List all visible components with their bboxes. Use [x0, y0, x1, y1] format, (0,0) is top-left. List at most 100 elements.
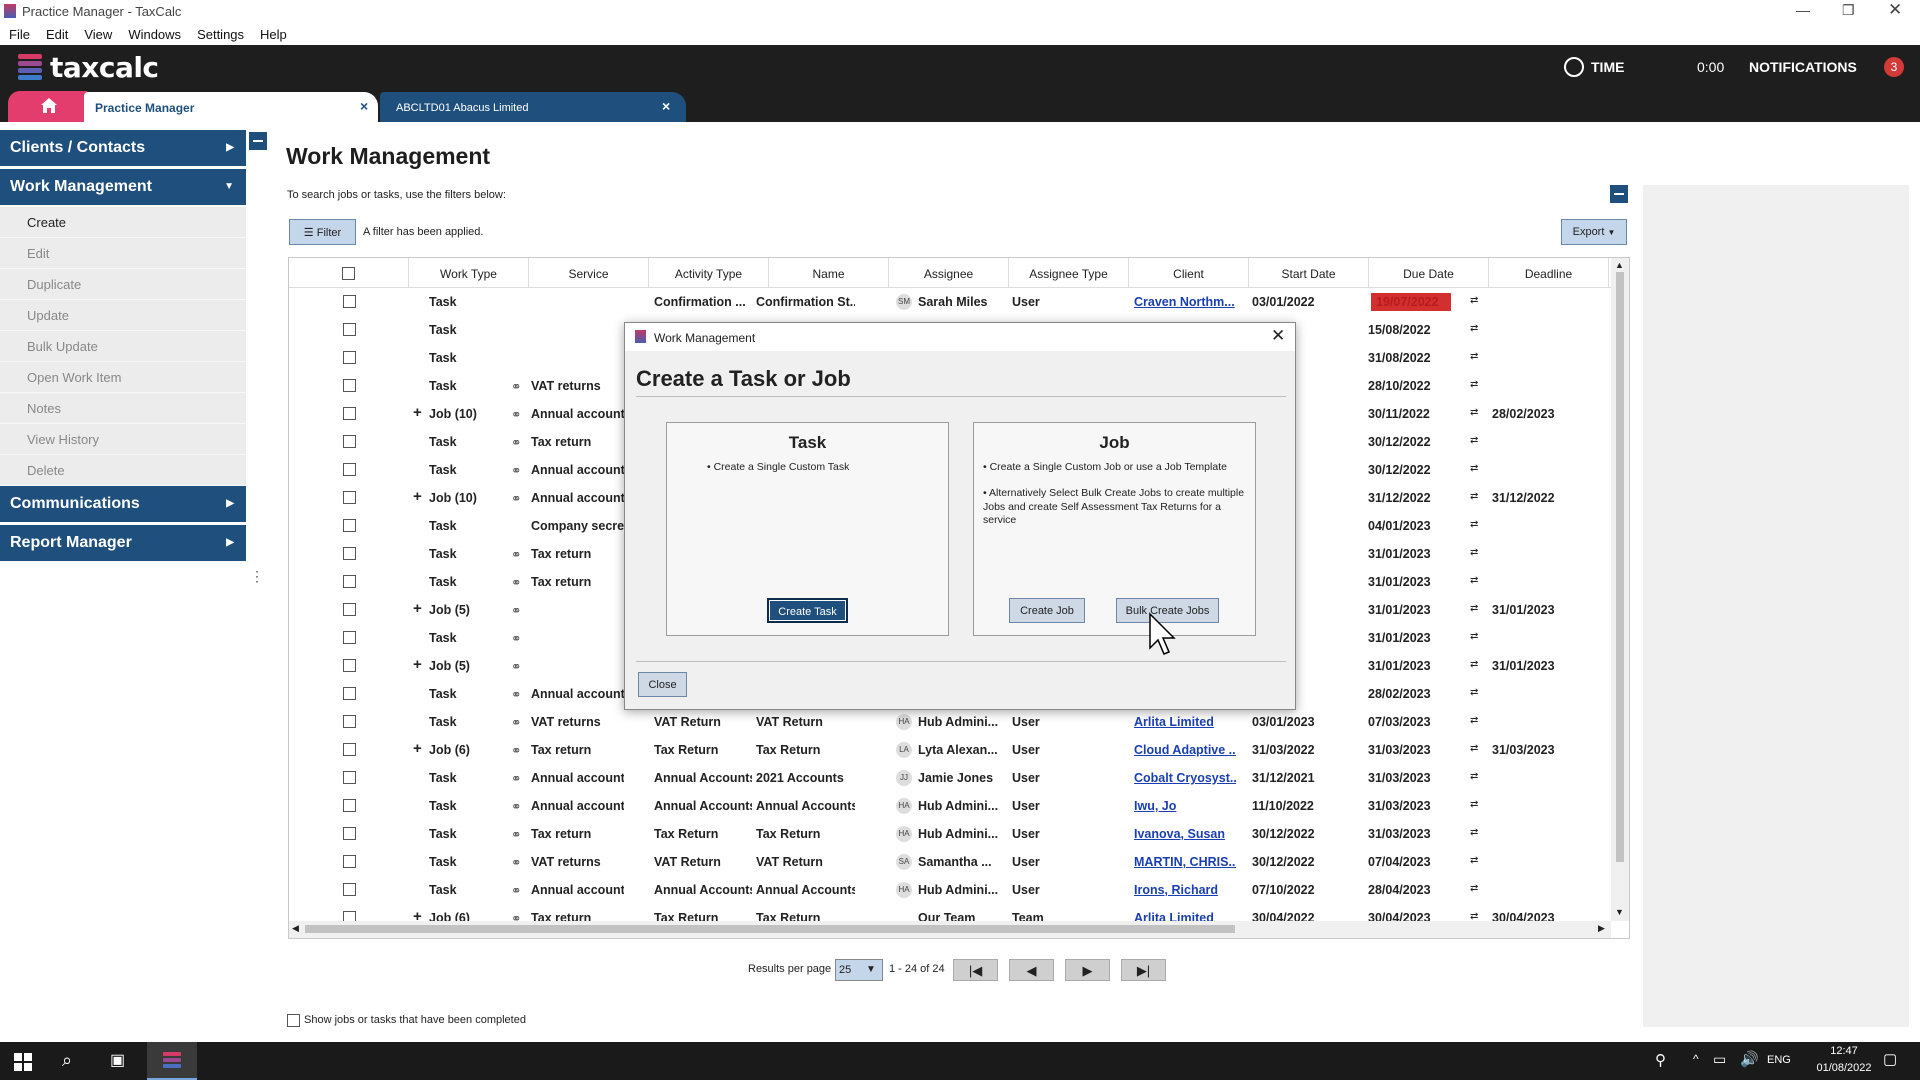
time-label[interactable]: TIME [1591, 59, 1624, 75]
swap-icon[interactable]: ⇄ [1470, 491, 1478, 502]
row-checkbox[interactable] [343, 603, 356, 616]
column-header[interactable]: Client [1129, 258, 1249, 288]
sidebar-item-duplicate[interactable]: Duplicate [0, 269, 246, 300]
column-header[interactable]: Due Date [1369, 258, 1489, 288]
show-completed-checkbox[interactable] [287, 1014, 300, 1027]
row-checkbox[interactable] [343, 911, 356, 921]
network-icon[interactable]: ▭ [1713, 1051, 1726, 1068]
create-task-button[interactable]: Create Task [767, 598, 848, 623]
sidebar-section-communications[interactable]: Communications ▶ [0, 486, 246, 522]
row-checkbox[interactable] [343, 547, 356, 560]
table-row[interactable]: Task Confirmation ... Confirmation St... SM… [289, 288, 1609, 316]
notifications-count-badge[interactable]: 3 [1884, 57, 1904, 77]
table-row[interactable]: Task ⚭ Annual accounts Annual Accounts Annua… [289, 876, 1609, 904]
client-link[interactable]: Cobalt Cryosyst... [1134, 771, 1236, 785]
table-row[interactable]: + Job (6) ⚭ Tax return Tax Return Tax Return L… [289, 736, 1609, 764]
minimize-icon[interactable]: — [1796, 2, 1810, 18]
results-per-page-select[interactable]: 25 ▼ [835, 959, 883, 981]
swap-icon[interactable]: ⇄ [1470, 379, 1478, 390]
row-checkbox[interactable] [343, 883, 356, 896]
splitter-handle[interactable]: ⋮ [250, 569, 264, 583]
client-link[interactable]: Arlita Limited [1134, 715, 1236, 729]
row-checkbox[interactable] [343, 771, 356, 784]
close-tab-icon[interactable]: × [360, 98, 368, 114]
row-checkbox[interactable] [343, 659, 356, 672]
clock-time[interactable]: 12:47 [1817, 1045, 1871, 1057]
swap-icon[interactable]: ⇄ [1470, 715, 1478, 726]
swap-icon[interactable]: ⇄ [1470, 911, 1478, 921]
swap-icon[interactable]: ⇄ [1470, 603, 1478, 614]
row-checkbox[interactable] [343, 827, 356, 840]
expand-icon[interactable]: + [413, 740, 422, 757]
close-dialog-icon[interactable]: ✕ [1271, 326, 1285, 346]
scroll-right-icon[interactable]: ▶ [1598, 923, 1605, 934]
sidebar-item-delete[interactable]: Delete [0, 455, 246, 486]
row-checkbox[interactable] [343, 519, 356, 532]
swap-icon[interactable]: ⇄ [1470, 771, 1478, 782]
sidebar-section-work-management[interactable]: Work Management ▼ [0, 169, 246, 205]
sidebar-section-clients[interactable]: Clients / Contacts ▶ [0, 130, 246, 166]
vertical-scrollbar[interactable]: ▲ ▼ [1611, 258, 1629, 921]
filter-button[interactable]: ☰ Filter [289, 219, 356, 245]
row-checkbox[interactable] [343, 715, 356, 728]
close-window-icon[interactable]: ✕ [1888, 0, 1902, 20]
column-header[interactable]: Deadline [1489, 258, 1609, 288]
scroll-thumb[interactable] [305, 925, 1235, 933]
client-link[interactable]: Ivanova, Susan [1134, 827, 1236, 841]
search-icon[interactable]: ⌕ [62, 1050, 72, 1071]
table-row[interactable]: + Job (6) ⚭ Tax return Tax Return Tax Return O… [289, 904, 1609, 921]
close-button[interactable]: Close [638, 672, 687, 697]
row-checkbox[interactable] [343, 435, 356, 448]
client-link[interactable]: Iwu, Jo [1134, 799, 1236, 813]
swap-icon[interactable]: ⇄ [1470, 883, 1478, 894]
menu-help[interactable]: Help [251, 24, 294, 42]
sidebar-item-update[interactable]: Update [0, 300, 246, 331]
close-tab-icon[interactable]: × [662, 98, 670, 114]
table-row[interactable]: Task ⚭ Tax return Tax Return Tax Return HA Hub… [289, 820, 1609, 848]
client-link[interactable]: Craven Northm... [1134, 295, 1236, 309]
first-page-button[interactable]: |◀ [953, 959, 998, 981]
create-job-button[interactable]: Create Job [1009, 598, 1085, 623]
client-link[interactable]: Cloud Adaptive ... [1134, 743, 1236, 757]
tab-practice-manager[interactable]: Practice Manager × [84, 92, 378, 122]
expand-icon[interactable]: + [413, 404, 422, 421]
menu-settings[interactable]: Settings [188, 24, 251, 42]
collapse-sidebar-button[interactable] [249, 132, 267, 150]
row-checkbox[interactable] [343, 379, 356, 392]
sidebar-item-create[interactable]: Create [0, 207, 246, 238]
table-row[interactable]: Task ⚭ Annual accounts Annual Accounts Annua… [289, 792, 1609, 820]
menu-file[interactable]: File [0, 24, 37, 42]
column-header[interactable]: Service [529, 258, 649, 288]
notifications-label[interactable]: NOTIFICATIONS [1749, 59, 1857, 75]
swap-icon[interactable]: ⇄ [1470, 547, 1478, 558]
last-page-button[interactable]: ▶| [1121, 959, 1166, 981]
swap-icon[interactable]: ⇄ [1470, 659, 1478, 670]
swap-icon[interactable]: ⇄ [1470, 631, 1478, 642]
swap-icon[interactable]: ⇄ [1470, 743, 1478, 754]
swap-icon[interactable]: ⇄ [1470, 323, 1478, 334]
row-checkbox[interactable] [343, 407, 356, 420]
swap-icon[interactable]: ⇄ [1470, 295, 1478, 306]
taxcalc-taskbar-button[interactable] [147, 1042, 197, 1080]
row-checkbox[interactable] [343, 295, 356, 308]
column-header[interactable]: Assignee Type [1009, 258, 1129, 288]
row-checkbox[interactable] [343, 687, 356, 700]
clock-date[interactable]: 01/08/2022 [1813, 1062, 1875, 1074]
client-link[interactable]: Irons, Richard [1134, 883, 1236, 897]
swap-icon[interactable]: ⇄ [1470, 687, 1478, 698]
column-header[interactable]: Work Type [409, 258, 529, 288]
scroll-thumb[interactable] [1616, 272, 1624, 862]
task-view-icon[interactable]: ▣ [110, 1050, 125, 1070]
column-header[interactable]: Name [769, 258, 889, 288]
row-checkbox[interactable] [343, 855, 356, 868]
expand-icon[interactable]: + [413, 600, 422, 617]
swap-icon[interactable]: ⇄ [1470, 575, 1478, 586]
swap-icon[interactable]: ⇄ [1470, 519, 1478, 530]
swap-icon[interactable]: ⇄ [1470, 463, 1478, 474]
export-button[interactable]: Export ▼ [1561, 219, 1627, 245]
swap-icon[interactable]: ⇄ [1470, 827, 1478, 838]
language-indicator[interactable]: ENG [1767, 1054, 1791, 1066]
restore-icon[interactable]: ❐ [1842, 2, 1855, 19]
row-checkbox[interactable] [343, 743, 356, 756]
collapse-filter-button[interactable] [1610, 185, 1628, 203]
